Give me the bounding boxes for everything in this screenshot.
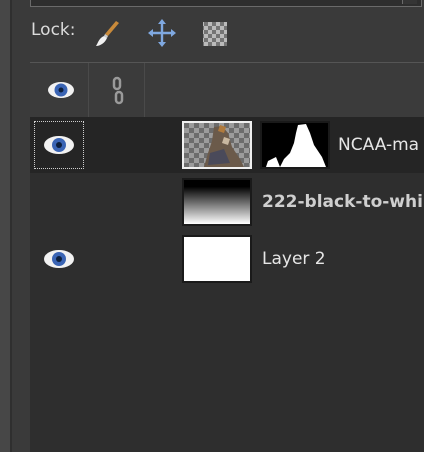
layer-name[interactable]: 222-black-to-whi bbox=[262, 192, 423, 212]
layer-thumbnail[interactable] bbox=[182, 121, 252, 169]
layer-thumbnail[interactable] bbox=[182, 178, 252, 226]
lock-label: Lock: bbox=[31, 20, 76, 40]
eye-icon bbox=[44, 136, 74, 154]
dock-edge-border bbox=[10, 0, 12, 452]
link-column-header[interactable] bbox=[89, 63, 145, 117]
lock-alpha-button[interactable] bbox=[200, 18, 230, 48]
column-header bbox=[30, 62, 424, 118]
layer-name[interactable]: NCAA-ma bbox=[338, 135, 419, 155]
lock-pixels-button[interactable] bbox=[92, 18, 122, 48]
layer-preview-image bbox=[184, 123, 250, 167]
visibility-toggle[interactable] bbox=[34, 235, 84, 283]
layer-name[interactable]: Layer 2 bbox=[262, 249, 326, 269]
lock-position-button[interactable] bbox=[147, 18, 177, 48]
eye-icon bbox=[48, 82, 74, 98]
layer-row-ncaa[interactable]: NCAA-ma bbox=[30, 117, 424, 173]
mode-combo-partial[interactable] bbox=[30, 0, 422, 7]
layer-thumbnail[interactable] bbox=[182, 235, 252, 283]
checkerboard-icon bbox=[203, 22, 227, 46]
move-arrows-icon bbox=[148, 19, 176, 47]
visibility-toggle[interactable] bbox=[34, 121, 84, 169]
visibility-toggle[interactable] bbox=[34, 178, 84, 226]
mask-preview-image bbox=[262, 123, 328, 167]
eye-icon bbox=[44, 250, 74, 268]
chain-icon bbox=[112, 76, 124, 105]
combo-arrow-button[interactable] bbox=[402, 0, 417, 4]
dock-edge bbox=[0, 0, 10, 452]
paintbrush-icon bbox=[96, 21, 119, 46]
layer-row-layer2[interactable]: Layer 2 bbox=[30, 231, 424, 287]
layer-mask-thumbnail[interactable] bbox=[260, 121, 330, 169]
layers-list[interactable]: NCAA-ma 222-black-to-whi Layer 2 bbox=[30, 62, 424, 452]
visibility-column-header[interactable] bbox=[30, 63, 89, 117]
layer-row-gradient[interactable]: 222-black-to-whi bbox=[30, 174, 424, 230]
